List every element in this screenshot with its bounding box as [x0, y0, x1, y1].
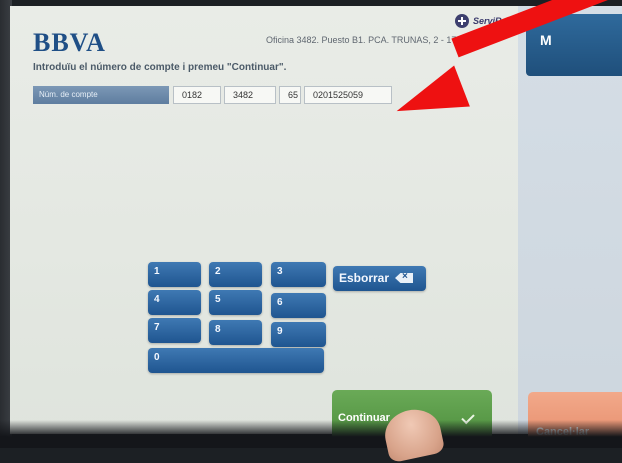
- servired-cross-icon: [455, 14, 469, 28]
- bbva-logo: BBVA: [33, 28, 106, 57]
- key-6[interactable]: 6: [271, 293, 326, 318]
- account-number-label: Núm. de compte: [33, 86, 169, 104]
- key-8[interactable]: 8: [209, 320, 262, 345]
- account-field-number[interactable]: 0201525059: [304, 86, 392, 104]
- key-7[interactable]: 7: [148, 318, 201, 343]
- key-1[interactable]: 1: [148, 262, 201, 287]
- account-field-office[interactable]: 3482: [224, 86, 276, 104]
- checkmark-icon: [461, 410, 475, 425]
- cancel-button[interactable]: Cancel·lar: [528, 392, 622, 448]
- continue-button-label: Continuar: [338, 412, 390, 424]
- backspace-icon: ×: [395, 273, 414, 283]
- key-0[interactable]: 0: [148, 348, 324, 373]
- office-info: Oficina 3482. Puesto B1. PCA. TRUNAS, 2 …: [266, 35, 472, 45]
- account-field-control[interactable]: 65: [279, 86, 301, 104]
- cancel-button-label: Cancel·lar: [536, 426, 590, 438]
- key-5[interactable]: 5: [209, 290, 262, 315]
- side-menu-button-label: M: [540, 32, 552, 48]
- key-3[interactable]: 3: [271, 262, 326, 287]
- instruction-text: Introduïu el número de compte i premeu "…: [33, 62, 287, 73]
- key-4[interactable]: 4: [148, 290, 201, 315]
- key-2[interactable]: 2: [209, 262, 262, 287]
- erase-button[interactable]: Esborrar ×: [333, 266, 426, 291]
- erase-button-label: Esborrar: [339, 271, 390, 285]
- account-field-entity[interactable]: 0182: [173, 86, 221, 104]
- key-9[interactable]: 9: [271, 322, 326, 347]
